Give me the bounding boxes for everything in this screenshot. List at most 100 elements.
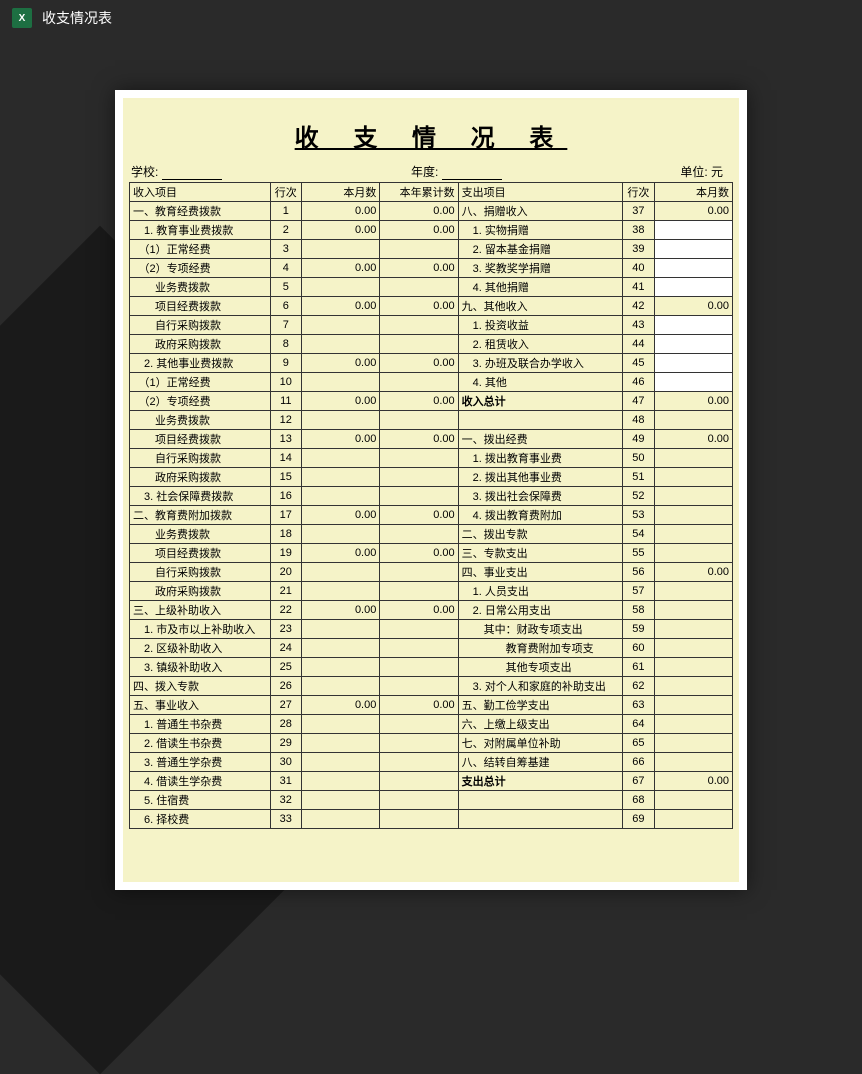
table-header-row: 收入项目 行次 本月数 本年累计数 支出项目 行次 本月数 — [130, 183, 733, 202]
table-row: 三、上级补助收入220.000.00 2. 日常公用支出58 — [130, 601, 733, 620]
table-row: 项目经费拨款130.000.00一、拨出经费490.00 — [130, 430, 733, 449]
cell-month2 — [654, 734, 732, 753]
cell-income-name: （1）正常经费 — [130, 373, 271, 392]
cell-ytd: 0.00 — [380, 354, 458, 373]
cell-row: 12 — [270, 411, 302, 430]
cell-expense-name: 4. 拨出教育费附加 — [458, 506, 622, 525]
cell-expense-name: 1. 拨出教育事业费 — [458, 449, 622, 468]
cell-row2: 58 — [623, 601, 655, 620]
cell-row2: 37 — [623, 202, 655, 221]
cell-expense-name — [458, 411, 622, 430]
cell-income-name: 项目经费拨款 — [130, 297, 271, 316]
cell-month2 — [654, 354, 732, 373]
cell-month2 — [654, 373, 732, 392]
cell-income-name: 一、教育经费拨款 — [130, 202, 271, 221]
cell-month2 — [654, 487, 732, 506]
cell-income-name: 五、事业收入 — [130, 696, 271, 715]
col-expense: 支出项目 — [458, 183, 622, 202]
cell-row2: 62 — [623, 677, 655, 696]
cell-month2 — [654, 221, 732, 240]
cell-ytd — [380, 563, 458, 582]
cell-ytd — [380, 525, 458, 544]
cell-month2 — [654, 658, 732, 677]
cell-month2: 0.00 — [654, 202, 732, 221]
cell-row2: 49 — [623, 430, 655, 449]
cell-row2: 52 — [623, 487, 655, 506]
cell-expense-name: 五、勤工俭学支出 — [458, 696, 622, 715]
table-row: 1. 普通生书杂费28六、上缴上级支出64 — [130, 715, 733, 734]
table-row: 五、事业收入270.000.00五、勤工俭学支出63 — [130, 696, 733, 715]
cell-month — [302, 468, 380, 487]
cell-expense-name: 二、拨出专款 — [458, 525, 622, 544]
table-row: 3. 普通生学杂费30八、结转自筹基建66 — [130, 753, 733, 772]
cell-ytd — [380, 411, 458, 430]
school-blank — [162, 166, 222, 180]
cell-expense-name: 1. 人员支出 — [458, 582, 622, 601]
cell-expense-name: 收入总计 — [458, 392, 622, 411]
cell-expense-name: 4. 其他 — [458, 373, 622, 392]
cell-month2 — [654, 810, 732, 829]
cell-expense-name: 支出总计 — [458, 772, 622, 791]
cell-ytd — [380, 658, 458, 677]
info-row: 学校: 年度: 单位: 元 — [129, 157, 733, 182]
cell-month: 0.00 — [302, 297, 380, 316]
cell-income-name: 2. 其他事业费拨款 — [130, 354, 271, 373]
cell-expense-name — [458, 791, 622, 810]
cell-month2 — [654, 240, 732, 259]
cell-row2: 65 — [623, 734, 655, 753]
cell-month — [302, 658, 380, 677]
cell-expense-name: 一、拨出经费 — [458, 430, 622, 449]
cell-month — [302, 734, 380, 753]
cell-income-name: （1）正常经费 — [130, 240, 271, 259]
cell-month — [302, 772, 380, 791]
cell-income-name: 自行采购拨款 — [130, 563, 271, 582]
cell-row2: 67 — [623, 772, 655, 791]
cell-month — [302, 487, 380, 506]
excel-icon: X — [12, 8, 32, 28]
cell-ytd: 0.00 — [380, 392, 458, 411]
cell-expense-name: 1. 实物捐赠 — [458, 221, 622, 240]
table-row: 自行采购拨款7 1. 投资收益43 — [130, 316, 733, 335]
col-ytd: 本年累计数 — [380, 183, 458, 202]
cell-ytd — [380, 620, 458, 639]
cell-income-name: （2）专项经费 — [130, 392, 271, 411]
cell-month2 — [654, 696, 732, 715]
cell-ytd: 0.00 — [380, 696, 458, 715]
cell-month — [302, 582, 380, 601]
cell-income-name: 自行采购拨款 — [130, 449, 271, 468]
cell-row2: 60 — [623, 639, 655, 658]
cell-row2: 55 — [623, 544, 655, 563]
cell-month2 — [654, 316, 732, 335]
cell-month — [302, 449, 380, 468]
cell-ytd — [380, 639, 458, 658]
cell-income-name: 2. 借读生书杂费 — [130, 734, 271, 753]
cell-expense-name: 三、专款支出 — [458, 544, 622, 563]
cell-row: 10 — [270, 373, 302, 392]
cell-row2: 42 — [623, 297, 655, 316]
cell-row2: 56 — [623, 563, 655, 582]
cell-row: 9 — [270, 354, 302, 373]
cell-month2 — [654, 411, 732, 430]
cell-month: 0.00 — [302, 601, 380, 620]
table-row: （2）专项经费40.000.00 3. 奖教奖学捐赠40 — [130, 259, 733, 278]
cell-row2: 39 — [623, 240, 655, 259]
col-row2: 行次 — [623, 183, 655, 202]
cell-expense-name: 3. 对个人和家庭的补助支出 — [458, 677, 622, 696]
cell-month: 0.00 — [302, 259, 380, 278]
cell-month2 — [654, 639, 732, 658]
cell-income-name: 二、教育费附加拨款 — [130, 506, 271, 525]
cell-income-name: 政府采购拨款 — [130, 468, 271, 487]
cell-row2: 54 — [623, 525, 655, 544]
cell-row2: 47 — [623, 392, 655, 411]
cell-ytd — [380, 335, 458, 354]
cell-income-name: 三、上级补助收入 — [130, 601, 271, 620]
cell-income-name: 项目经费拨款 — [130, 430, 271, 449]
cell-ytd — [380, 240, 458, 259]
cell-row2: 41 — [623, 278, 655, 297]
cell-row: 5 — [270, 278, 302, 297]
cell-row: 21 — [270, 582, 302, 601]
cell-row: 25 — [270, 658, 302, 677]
cell-month — [302, 791, 380, 810]
cell-income-name: （2）专项经费 — [130, 259, 271, 278]
cell-month — [302, 278, 380, 297]
